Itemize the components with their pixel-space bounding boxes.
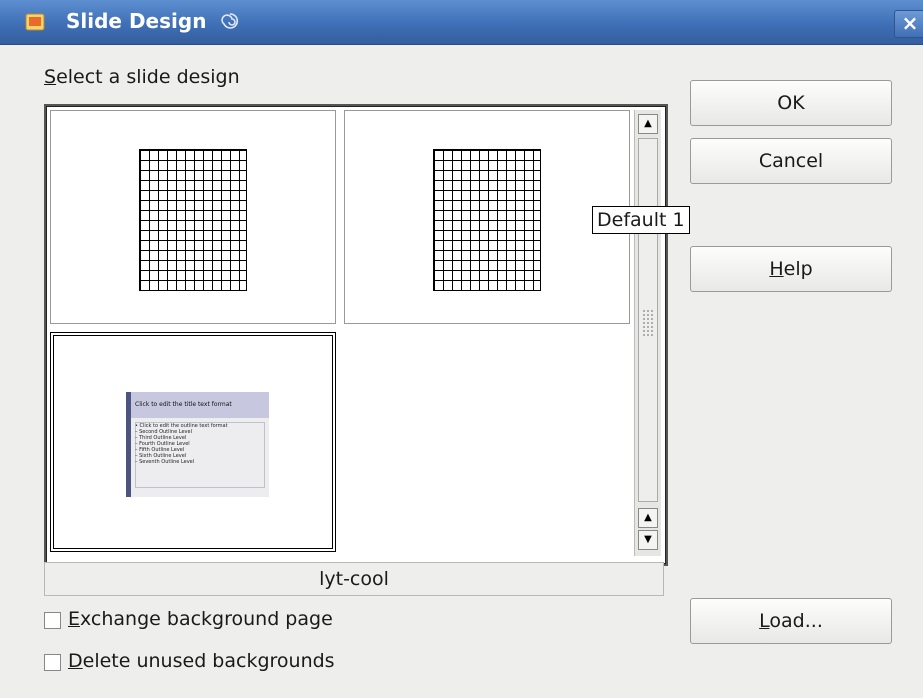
load-button[interactable]: Load... [690, 598, 892, 644]
impress-app-icon [25, 13, 45, 31]
scroll-up-button-lower[interactable]: ▲ [638, 508, 658, 528]
design-thumbnail [139, 149, 247, 291]
design-thumbnail [433, 149, 541, 291]
select-label-mnemonic: S [44, 66, 57, 88]
delete-unused-checkbox[interactable] [44, 654, 61, 671]
selected-design-name: lyt-cool [44, 562, 664, 596]
ok-button[interactable]: OK [690, 80, 892, 126]
help-button[interactable]: Help [690, 246, 892, 292]
thumb-title: Click to edit the title text format [135, 401, 232, 408]
swirl-icon [221, 13, 239, 29]
thumb-body: • Click to edit the outline text format … [135, 423, 228, 465]
delete-unused-label: Delete unused backgrounds [68, 650, 335, 672]
scroll-up-button[interactable]: ▲ [638, 114, 658, 134]
design-list-scrollbar[interactable]: ▲ ▲ ▼ [634, 110, 661, 556]
select-design-label: Select a slide design [44, 66, 240, 88]
load-mnemonic: L [759, 610, 770, 632]
exchange-text: xchange background page [80, 608, 333, 630]
help-mnemonic: H [769, 258, 784, 280]
design-item-default-2[interactable] [344, 110, 630, 324]
help-label: elp [783, 258, 813, 280]
design-item-default-1[interactable] [50, 110, 336, 324]
delete-text: elete unused backgrounds [82, 650, 335, 672]
thumb-line: – Seventh Outline Level [135, 459, 195, 465]
design-item-lyt-cool[interactable]: Click to edit the title text format • Cl… [50, 332, 336, 552]
design-thumbnail: Click to edit the title text format • Cl… [126, 392, 269, 497]
select-label-text: elect a slide design [56, 66, 240, 88]
cancel-button[interactable]: Cancel [690, 138, 892, 184]
load-label: oad... [769, 610, 823, 632]
title-bar: Slide Design × [0, 0, 923, 45]
grip-icon [642, 309, 654, 337]
scroll-down-button[interactable]: ▼ [638, 530, 658, 550]
delete-mnemonic: D [68, 650, 83, 672]
window-title: Slide Design [66, 9, 207, 33]
exchange-background-label: Exchange background page [68, 608, 333, 630]
exchange-mnemonic: E [68, 608, 81, 630]
close-button[interactable]: × [894, 10, 923, 38]
scroll-thumb[interactable] [638, 138, 658, 502]
design-list[interactable]: Click to edit the title text format • Cl… [44, 104, 668, 566]
design-tooltip: Default 1 [592, 206, 690, 234]
exchange-background-checkbox[interactable] [44, 612, 61, 629]
